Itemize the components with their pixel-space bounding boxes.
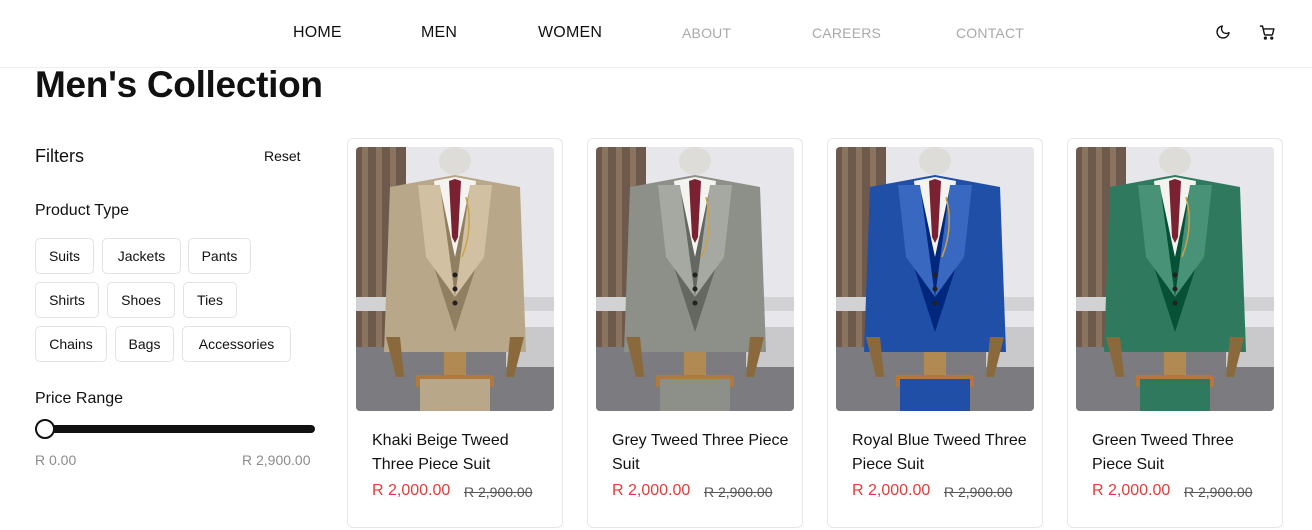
- nav-about-link[interactable]: ABOUT: [682, 25, 731, 41]
- product-image: [356, 147, 554, 411]
- product-image: [596, 147, 794, 411]
- nav-contact-link[interactable]: CONTACT: [956, 25, 1024, 41]
- suit-illustration: [356, 147, 554, 411]
- product-original-price: R 2,900.00: [704, 484, 773, 500]
- filter-chip-shirts[interactable]: Shirts: [35, 282, 99, 318]
- filter-chip-ties[interactable]: Ties: [183, 282, 237, 318]
- page-title: Men's Collection: [35, 64, 323, 105]
- filters-heading: Filters: [35, 146, 84, 166]
- product-card[interactable]: Green Tweed Three Piece Suit R 2,000.00 …: [1067, 138, 1283, 528]
- nav-women-link[interactable]: WOMEN: [538, 24, 602, 42]
- price-range-thumb[interactable]: [35, 419, 55, 439]
- product-sale-price: R 2,000.00: [1092, 482, 1171, 499]
- moon-icon[interactable]: [1213, 22, 1233, 42]
- product-original-price: R 2,900.00: [1184, 484, 1253, 500]
- product-image: [836, 147, 1034, 411]
- price-range-label: Price Range: [35, 390, 124, 407]
- filter-chip-accessories[interactable]: Accessories: [182, 326, 291, 362]
- cart-icon[interactable]: [1257, 22, 1277, 42]
- price-min-value: R 0.00: [35, 452, 77, 468]
- product-card[interactable]: Grey Tweed Three Piece Suit R 2,000.00 R…: [587, 138, 803, 528]
- product-name: Royal Blue Tweed Three Piece Suit: [852, 432, 1027, 473]
- product-name: Khaki Beige Tweed Three Piece Suit: [372, 432, 509, 473]
- suit-illustration: [596, 147, 794, 411]
- top-nav-bar: HOME MEN WOMEN ABOUT CAREERS CONTACT: [0, 0, 1312, 68]
- price-max-value: R 2,900.00: [242, 452, 311, 468]
- filter-chip-jackets[interactable]: Jackets: [102, 238, 181, 274]
- product-name: Grey Tweed Three Piece Suit: [612, 432, 789, 473]
- product-image: [1076, 147, 1274, 411]
- filter-chip-bags[interactable]: Bags: [115, 326, 174, 362]
- product-card[interactable]: Royal Blue Tweed Three Piece Suit R 2,00…: [827, 138, 1043, 528]
- nav-home-link[interactable]: HOME: [293, 24, 342, 42]
- filter-chip-suits[interactable]: Suits: [35, 238, 94, 274]
- reset-filters-button[interactable]: Reset: [264, 148, 301, 164]
- product-card[interactable]: Khaki Beige Tweed Three Piece Suit R 2,0…: [347, 138, 563, 528]
- product-sale-price: R 2,000.00: [372, 482, 451, 499]
- product-name: Green Tweed Three Piece Suit: [1092, 432, 1234, 473]
- price-range-track[interactable]: [35, 425, 315, 433]
- nav-men-link[interactable]: MEN: [421, 24, 457, 42]
- product-original-price: R 2,900.00: [944, 484, 1013, 500]
- suit-illustration: [1076, 147, 1274, 411]
- product-sale-price: R 2,000.00: [852, 482, 931, 499]
- product-sale-price: R 2,000.00: [612, 482, 691, 499]
- filter-chip-pants[interactable]: Pants: [188, 238, 251, 274]
- product-type-label: Product Type: [35, 202, 129, 219]
- product-original-price: R 2,900.00: [464, 484, 533, 500]
- nav-careers-link[interactable]: CAREERS: [812, 25, 881, 41]
- suit-illustration: [836, 147, 1034, 411]
- filter-chip-shoes[interactable]: Shoes: [107, 282, 175, 318]
- filter-chip-chains[interactable]: Chains: [35, 326, 107, 362]
